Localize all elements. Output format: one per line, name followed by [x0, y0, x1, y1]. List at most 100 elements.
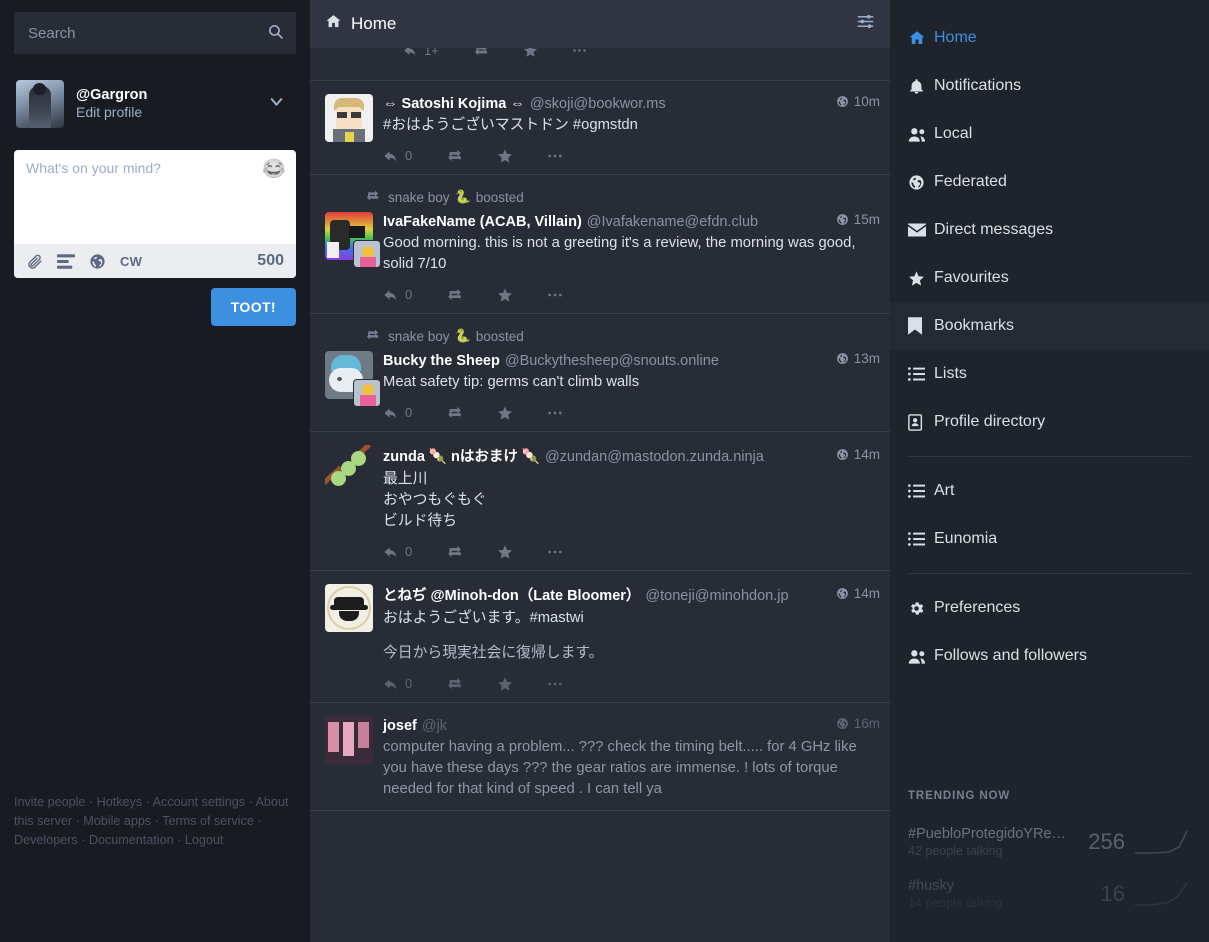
reply-button[interactable]: 0 — [383, 676, 412, 692]
trend-item[interactable]: #husky 14 people talking 16 — [908, 868, 1191, 920]
more-button[interactable] — [547, 544, 563, 560]
display-name[interactable]: Bucky the Sheep — [383, 353, 500, 369]
status-timestamp[interactable]: 14m — [826, 447, 880, 462]
sidebar-item-follows-and-followers[interactable]: Follows and followers — [890, 632, 1209, 680]
avatar[interactable] — [325, 716, 373, 764]
booster-name[interactable]: snake boy — [388, 329, 450, 344]
status-list[interactable]: 1+ ⇔ Satoshi Kojima ⇔ @skoji@bookwor.ms … — [310, 48, 890, 942]
more-button[interactable] — [547, 287, 563, 303]
chevron-down-icon[interactable] — [267, 92, 294, 116]
sidebar-item-favourites[interactable]: Favourites — [890, 254, 1209, 302]
status-item[interactable]: ⇔ Satoshi Kojima ⇔ @skoji@bookwor.ms 10m… — [310, 81, 890, 175]
status-timestamp[interactable]: 14m — [826, 586, 880, 601]
favourite-button[interactable] — [497, 405, 513, 421]
sidebar-item-direct-messages[interactable]: Direct messages — [890, 206, 1209, 254]
search-input[interactable] — [14, 12, 296, 54]
more-icon[interactable] — [572, 48, 587, 58]
account-handle[interactable]: @jk — [422, 718, 447, 734]
status-timestamp[interactable]: 13m — [826, 351, 880, 366]
poll-icon[interactable] — [57, 253, 75, 269]
display-name[interactable]: zunda 🍡 nはおまけ 🍡 — [383, 445, 540, 466]
account-handle[interactable]: @Buckythesheep@snouts.online — [505, 353, 719, 369]
favourite-button[interactable] — [497, 544, 513, 560]
sidebar-item-bookmarks[interactable]: Bookmarks — [890, 302, 1209, 350]
trend-hashtag[interactable]: #PuebloProtegidoYRe… — [908, 826, 1068, 842]
display-name[interactable]: ⇔ Satoshi Kojima ⇔ — [383, 96, 525, 112]
globe-icon[interactable] — [89, 253, 106, 270]
footer-link-hotkeys[interactable]: Hotkeys — [97, 795, 143, 809]
display-name[interactable]: IvaFakeName (ACAB, Villain) — [383, 214, 582, 230]
status-item[interactable]: zunda 🍡 nはおまけ 🍡 @zundan@mastodon.zunda.n… — [310, 432, 890, 571]
sidebar-item-art[interactable]: Art — [890, 467, 1209, 515]
reply-button[interactable]: 0 — [383, 405, 412, 421]
status-content: Good morning. this is not a greeting it'… — [383, 235, 856, 272]
footer-link-invite[interactable]: Invite people — [14, 795, 85, 809]
display-name[interactable]: とねぢ @Minoh-don（Late Bloomer） — [383, 584, 640, 605]
reply-icon[interactable]: 1+ — [403, 48, 439, 58]
sidebar-item-lists[interactable]: Lists — [890, 350, 1209, 398]
account-handle[interactable]: @Ivafakename@efdn.club — [587, 214, 758, 230]
status-timestamp[interactable]: 15m — [826, 212, 880, 227]
status-item[interactable]: josef @jk 16m computer having a problem.… — [310, 703, 890, 811]
search-icon[interactable] — [267, 23, 284, 45]
sidebar-item-preferences[interactable]: Preferences — [890, 584, 1209, 632]
display-name[interactable]: josef — [383, 718, 417, 734]
avatar[interactable] — [325, 94, 373, 142]
reply-button[interactable]: 0 — [383, 148, 412, 164]
sliders-icon[interactable] — [856, 12, 875, 36]
more-button[interactable] — [547, 676, 563, 692]
footer-link-account-settings[interactable]: Account settings — [153, 795, 245, 809]
content-warning-button[interactable]: CW — [120, 254, 142, 269]
favourite-icon[interactable] — [523, 48, 538, 58]
footer-link-mobile-apps[interactable]: Mobile apps — [83, 814, 151, 828]
avatar[interactable] — [325, 584, 373, 632]
more-button[interactable] — [547, 405, 563, 421]
paperclip-icon[interactable] — [26, 253, 43, 270]
status-timestamp[interactable]: 16m — [826, 716, 880, 731]
star-icon — [908, 270, 934, 287]
trend-item[interactable]: #PuebloProtegidoYRe… 42 people talking 2… — [908, 816, 1191, 868]
reply-button[interactable]: 0 — [383, 544, 412, 560]
edit-profile-link[interactable]: Edit profile — [76, 104, 147, 122]
boost-icon[interactable] — [473, 48, 489, 58]
more-button[interactable] — [547, 148, 563, 164]
users-icon — [908, 126, 934, 143]
sidebar-item-federated[interactable]: Federated — [890, 158, 1209, 206]
footer-link-developers[interactable]: Developers — [14, 833, 78, 847]
reply-button[interactable]: 0 — [383, 287, 412, 303]
sidebar-item-local[interactable]: Local — [890, 110, 1209, 158]
avatar[interactable] — [325, 212, 381, 268]
sidebar-item-profile-directory[interactable]: Profile directory — [890, 398, 1209, 446]
sidebar-item-notifications[interactable]: Notifications — [890, 62, 1209, 110]
column-header[interactable]: Home — [310, 0, 890, 48]
status-item[interactable]: snake boy 🐍 boosted — [310, 175, 890, 314]
footer-link-documentation[interactable]: Documentation — [89, 833, 174, 847]
footer-link-terms[interactable]: Terms of service — [162, 814, 254, 828]
account-handle[interactable]: @toneji@minohdon.jp — [645, 588, 788, 604]
sidebar-item-home[interactable]: Home — [890, 14, 1209, 62]
status-item[interactable]: とねぢ @Minoh-don（Late Bloomer） @toneji@min… — [310, 571, 890, 703]
sidebar-item-eunomia[interactable]: Eunomia — [890, 515, 1209, 563]
avatar[interactable] — [325, 351, 381, 407]
account-header[interactable]: @Gargron Edit profile — [14, 80, 296, 128]
avatar[interactable] — [325, 445, 373, 493]
compose-textarea-wrap[interactable]: What's on your mind? 😂 — [14, 150, 296, 244]
status-partial-top[interactable]: 1+ — [310, 48, 890, 81]
boost-button[interactable] — [446, 147, 463, 164]
account-handle[interactable]: @zundan@mastodon.zunda.ninja — [545, 449, 764, 465]
boost-button[interactable] — [446, 286, 463, 303]
favourite-button[interactable] — [497, 287, 513, 303]
toot-button[interactable]: TOOT! — [210, 288, 296, 326]
boost-button[interactable] — [446, 675, 463, 692]
trend-hashtag[interactable]: #husky — [908, 878, 1068, 894]
boost-button[interactable] — [446, 404, 463, 421]
footer-link-logout[interactable]: Logout — [185, 833, 224, 847]
status-item[interactable]: snake boy 🐍 boosted — [310, 314, 890, 432]
favourite-button[interactable] — [497, 148, 513, 164]
account-handle[interactable]: @skoji@bookwor.ms — [530, 96, 666, 112]
boost-button[interactable] — [446, 543, 463, 560]
status-timestamp[interactable]: 10m — [826, 94, 880, 109]
favourite-button[interactable] — [497, 676, 513, 692]
booster-name[interactable]: snake boy — [388, 190, 450, 205]
emoji-picker-icon[interactable]: 😂 — [262, 157, 286, 181]
